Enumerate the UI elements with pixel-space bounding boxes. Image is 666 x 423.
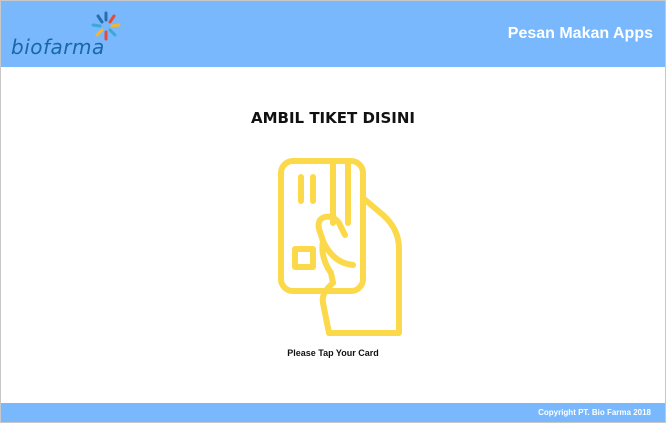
app-window: biofarma Pesan Makan Apps AMBIL TIKET DI… <box>0 0 666 423</box>
copyright-text: Copyright PT. Bio Farma 2018 <box>538 408 651 417</box>
tap-card-icon <box>278 158 402 336</box>
page-heading: AMBIL TIKET DISINI <box>250 109 416 127</box>
main-content: AMBIL TIKET DISINI Please Tap Your Card <box>1 67 665 403</box>
biofarma-logo: biofarma <box>11 11 121 63</box>
footer-bar: Copyright PT. Bio Farma 2018 <box>1 403 665 422</box>
logo-wordmark: biofarma <box>11 35 105 59</box>
header-bar: biofarma Pesan Makan Apps <box>1 1 665 67</box>
app-title: Pesan Makan Apps <box>507 25 653 42</box>
tap-card-instruction: Please Tap Your Card <box>287 348 379 358</box>
